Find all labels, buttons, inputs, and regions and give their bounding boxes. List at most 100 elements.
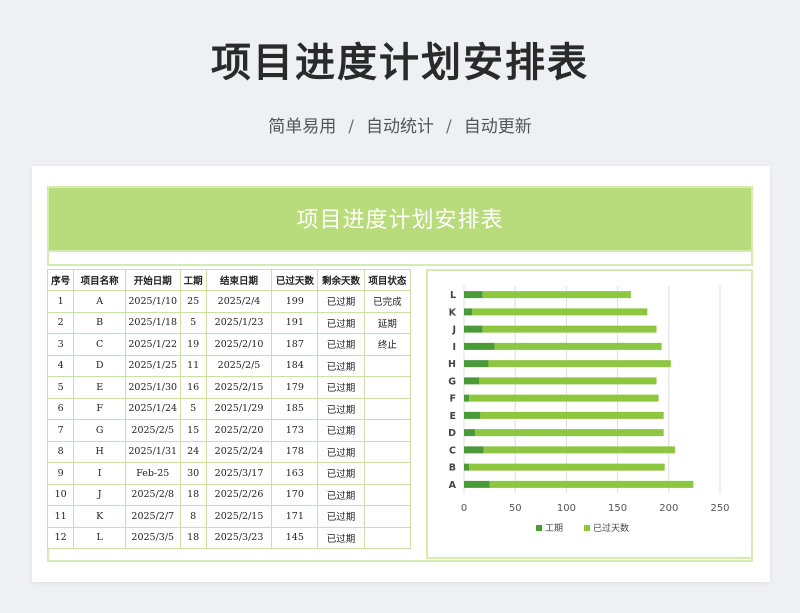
cell-duration[interactable]: 19	[179, 333, 207, 356]
cell-name[interactable]: L	[73, 526, 126, 549]
cell-status[interactable]: 已完成	[363, 290, 412, 313]
cell-remaining[interactable]: 已过期	[317, 397, 365, 420]
cell-end[interactable]: 2025/2/10	[205, 333, 273, 356]
cell-index[interactable]: 3	[46, 333, 75, 356]
cell-duration[interactable]: 25	[179, 290, 207, 313]
cell-elapsed[interactable]: 145	[271, 526, 319, 549]
cell-start[interactable]: Feb-25	[125, 462, 181, 485]
cell-name[interactable]: B	[73, 311, 126, 334]
cell-elapsed[interactable]: 170	[271, 483, 319, 506]
cell-duration[interactable]: 18	[179, 526, 207, 549]
cell-end[interactable]: 2025/2/4	[205, 290, 273, 313]
cell-status[interactable]	[363, 397, 412, 420]
cell-start[interactable]: 2025/1/30	[125, 376, 181, 399]
cell-index[interactable]: 1	[46, 290, 75, 313]
column-header-duration[interactable]: 工期	[179, 269, 207, 291]
cell-end[interactable]: 2025/1/23	[205, 311, 273, 334]
cell-remaining[interactable]: 已过期	[317, 483, 365, 506]
cell-elapsed[interactable]: 179	[271, 376, 319, 399]
cell-end[interactable]: 2025/2/26	[205, 483, 273, 506]
cell-start[interactable]: 2025/1/10	[125, 290, 181, 313]
cell-elapsed[interactable]: 185	[271, 397, 319, 420]
cell-remaining[interactable]: 已过期	[317, 462, 365, 485]
cell-index[interactable]: 7	[46, 419, 75, 442]
cell-status[interactable]	[363, 526, 412, 549]
cell-start[interactable]: 2025/2/5	[125, 419, 181, 442]
cell-index[interactable]: 11	[46, 505, 75, 528]
cell-end[interactable]: 2025/2/24	[205, 440, 273, 463]
cell-start[interactable]: 2025/1/24	[125, 397, 181, 420]
cell-duration[interactable]: 8	[179, 505, 207, 528]
cell-remaining[interactable]: 已过期	[317, 526, 365, 549]
cell-start[interactable]: 2025/2/7	[125, 505, 181, 528]
cell-name[interactable]: G	[73, 419, 126, 442]
cell-name[interactable]: E	[73, 376, 126, 399]
cell-start[interactable]: 2025/1/31	[125, 440, 181, 463]
cell-index[interactable]: 12	[46, 526, 75, 549]
cell-elapsed[interactable]: 178	[271, 440, 319, 463]
cell-remaining[interactable]: 已过期	[317, 419, 365, 442]
cell-name[interactable]: K	[73, 505, 126, 528]
cell-duration[interactable]: 18	[179, 483, 207, 506]
cell-duration[interactable]: 11	[179, 354, 207, 377]
cell-start[interactable]: 2025/3/5	[125, 526, 181, 549]
cell-start[interactable]: 2025/1/22	[125, 333, 181, 356]
cell-end[interactable]: 2025/2/5	[205, 354, 273, 377]
cell-duration[interactable]: 15	[179, 419, 207, 442]
cell-start[interactable]: 2025/2/8	[125, 483, 181, 506]
cell-end[interactable]: 2025/3/23	[205, 526, 273, 549]
cell-remaining[interactable]: 已过期	[317, 290, 365, 313]
cell-elapsed[interactable]: 171	[271, 505, 319, 528]
cell-name[interactable]: F	[73, 397, 126, 420]
cell-start[interactable]: 2025/1/25	[125, 354, 181, 377]
cell-status[interactable]	[363, 505, 412, 528]
column-header-end[interactable]: 结束日期	[205, 269, 273, 291]
cell-name[interactable]: I	[73, 462, 126, 485]
cell-status[interactable]: 终止	[363, 333, 412, 356]
cell-status[interactable]	[363, 440, 412, 463]
cell-index[interactable]: 8	[46, 440, 75, 463]
cell-status[interactable]: 延期	[363, 311, 412, 334]
cell-duration[interactable]: 30	[179, 462, 207, 485]
cell-end[interactable]: 2025/2/15	[205, 505, 273, 528]
column-header-start[interactable]: 开始日期	[125, 269, 181, 291]
cell-start[interactable]: 2025/1/18	[125, 311, 181, 334]
cell-elapsed[interactable]: 187	[271, 333, 319, 356]
cell-name[interactable]: A	[73, 290, 126, 313]
cell-elapsed[interactable]: 163	[271, 462, 319, 485]
cell-duration[interactable]: 16	[179, 376, 207, 399]
cell-remaining[interactable]: 已过期	[317, 333, 365, 356]
cell-index[interactable]: 10	[46, 483, 75, 506]
cell-name[interactable]: J	[73, 483, 126, 506]
column-header-remaining[interactable]: 剩余天数	[317, 269, 365, 291]
cell-status[interactable]	[363, 419, 412, 442]
cell-status[interactable]	[363, 483, 412, 506]
cell-remaining[interactable]: 已过期	[317, 354, 365, 377]
cell-end[interactable]: 2025/1/29	[205, 397, 273, 420]
column-header-status[interactable]: 项目状态	[363, 269, 412, 291]
cell-name[interactable]: D	[73, 354, 126, 377]
column-header-name[interactable]: 项目名称	[73, 269, 126, 291]
cell-status[interactable]	[363, 354, 412, 377]
cell-remaining[interactable]: 已过期	[317, 440, 365, 463]
cell-remaining[interactable]: 已过期	[317, 376, 365, 399]
cell-index[interactable]: 6	[46, 397, 75, 420]
cell-duration[interactable]: 5	[179, 397, 207, 420]
cell-index[interactable]: 5	[46, 376, 75, 399]
cell-elapsed[interactable]: 184	[271, 354, 319, 377]
column-header-elapsed[interactable]: 已过天数	[271, 269, 319, 291]
cell-elapsed[interactable]: 173	[271, 419, 319, 442]
cell-end[interactable]: 2025/2/15	[205, 376, 273, 399]
cell-status[interactable]	[363, 376, 412, 399]
cell-index[interactable]: 4	[46, 354, 75, 377]
cell-duration[interactable]: 5	[179, 311, 207, 334]
cell-status[interactable]	[363, 462, 412, 485]
cell-duration[interactable]: 24	[179, 440, 207, 463]
cell-elapsed[interactable]: 199	[271, 290, 319, 313]
cell-end[interactable]: 2025/2/20	[205, 419, 273, 442]
cell-remaining[interactable]: 已过期	[317, 505, 365, 528]
cell-index[interactable]: 9	[46, 462, 75, 485]
cell-index[interactable]: 2	[46, 311, 75, 334]
column-header-index[interactable]: 序号	[46, 269, 75, 291]
cell-name[interactable]: C	[73, 333, 126, 356]
